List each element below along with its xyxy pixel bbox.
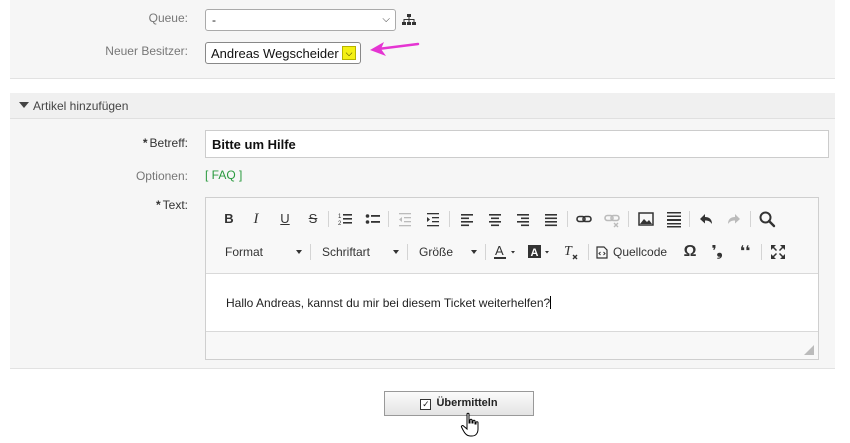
editor-body-text: Hallo Andreas, kannst du mir bei diesem … <box>226 296 552 310</box>
chevron-down-icon <box>296 250 302 254</box>
source-code-label: Quellcode <box>613 245 668 259</box>
horizontal-line-icon[interactable] <box>664 209 684 229</box>
outdent-icon[interactable] <box>395 209 415 229</box>
redo-icon[interactable] <box>724 209 744 229</box>
size-dropdown[interactable]: Größe <box>419 242 477 262</box>
maximize-icon[interactable] <box>768 242 788 262</box>
format-dropdown[interactable]: Format <box>225 242 302 262</box>
chevron-down-icon: ⌵ <box>382 14 390 25</box>
toolbar-separator <box>588 244 589 260</box>
required-marker: * <box>155 198 161 212</box>
checkbox-icon: ✓ <box>420 399 432 410</box>
text-label-text: Text: <box>162 198 188 212</box>
toolbar-separator <box>761 244 762 260</box>
bold-icon[interactable]: B <box>219 209 239 229</box>
editor-body-text-content: Hallo Andreas, kannst du mir bei diesem … <box>226 296 551 310</box>
toolbar-separator <box>485 244 486 260</box>
svg-text:A: A <box>531 247 539 259</box>
submit-button-label: Übermitteln <box>436 397 498 409</box>
strikethrough-icon[interactable]: S <box>303 209 323 229</box>
underline-icon[interactable]: U <box>275 209 295 229</box>
subject-input[interactable]: Bitte um Hilfe <box>205 130 829 158</box>
toolbar-separator <box>750 211 751 227</box>
format-dropdown-label: Format <box>225 245 264 259</box>
toolbar-separator <box>328 211 329 227</box>
chevron-down-icon <box>471 250 477 254</box>
options-label: Optionen: <box>135 169 188 183</box>
chevron-down-icon[interactable]: ⌵ <box>342 46 356 60</box>
toolbar-separator <box>310 244 311 260</box>
numbered-list-icon[interactable]: 1 2 <box>335 209 355 229</box>
toolbar-separator <box>407 244 408 260</box>
article-section-header[interactable]: Artikel hinzufügen <box>10 93 835 119</box>
source-code-icon <box>596 246 608 259</box>
required-marker: * <box>142 136 148 150</box>
subject-label: * Betreff: <box>10 136 188 150</box>
toolbar-separator <box>628 211 629 227</box>
owner-select-value: Andreas Wegscheider <box>211 46 339 61</box>
source-code-button[interactable]: Quellcode <box>596 242 672 262</box>
annotation-arrow-icon <box>370 42 420 56</box>
editor-content-area[interactable]: Hallo Andreas, kannst du mir bei diesem … <box>206 273 818 332</box>
new-owner-select[interactable]: Andreas Wegscheider ⌵ <box>205 42 361 64</box>
svg-text:A: A <box>495 243 504 258</box>
background-color-icon[interactable]: A <box>525 242 553 262</box>
quote-open-icon[interactable]: ❜❟ <box>707 242 727 262</box>
text-color-icon[interactable]: A <box>491 242 519 262</box>
rich-text-editor: B I U S 1 2 Format Schriftart Größe A A … <box>205 197 819 360</box>
svg-text:1: 1 <box>338 214 342 220</box>
submit-button[interactable]: ✓ Übermitteln <box>384 391 534 416</box>
queue-select-value: - <box>212 13 216 27</box>
toolbar-separator <box>388 211 389 227</box>
justify-icon[interactable] <box>541 209 561 229</box>
italic-icon[interactable]: I <box>246 209 266 229</box>
toolbar-separator <box>567 211 568 227</box>
indent-icon[interactable] <box>423 209 443 229</box>
image-icon[interactable] <box>636 209 656 229</box>
align-left-icon[interactable] <box>457 209 477 229</box>
special-char-icon[interactable]: Ω <box>680 242 700 262</box>
queue-select[interactable]: - ⌵ <box>205 9 396 31</box>
find-icon[interactable] <box>757 209 777 229</box>
bulleted-list-icon[interactable] <box>363 209 383 229</box>
resize-grip-icon[interactable] <box>804 345 814 355</box>
remove-format-icon[interactable]: T <box>561 242 581 262</box>
svg-text:T: T <box>564 244 573 259</box>
owner-label: Neuer Besitzer: <box>105 44 188 58</box>
link-icon[interactable] <box>574 209 594 229</box>
text-label: * Text: <box>10 198 188 212</box>
undo-icon[interactable] <box>696 209 716 229</box>
article-section-title: Artikel hinzufügen <box>33 99 129 113</box>
quote-close-icon[interactable]: ❛❛ <box>735 242 755 262</box>
align-center-icon[interactable] <box>485 209 505 229</box>
text-caret <box>550 296 552 309</box>
svg-text:2: 2 <box>338 221 342 227</box>
toolbar-separator <box>449 211 450 227</box>
subject-label-text: Betreff: <box>149 136 188 150</box>
queue-label: Queue: <box>148 11 188 25</box>
align-right-icon[interactable] <box>513 209 533 229</box>
collapse-triangle-icon[interactable] <box>19 102 29 108</box>
font-dropdown[interactable]: Schriftart <box>322 242 399 262</box>
hand-cursor-icon <box>460 412 479 437</box>
font-dropdown-label: Schriftart <box>322 245 371 259</box>
size-dropdown-label: Größe <box>419 245 454 259</box>
unlink-icon[interactable] <box>602 209 622 229</box>
chevron-down-icon <box>393 250 399 254</box>
editor-toolbar: B I U S 1 2 Format Schriftart Größe A A … <box>206 198 818 273</box>
tree-view-icon[interactable] <box>402 14 416 26</box>
faq-link[interactable]: [ FAQ ] <box>205 168 242 182</box>
toolbar-separator <box>689 211 690 227</box>
